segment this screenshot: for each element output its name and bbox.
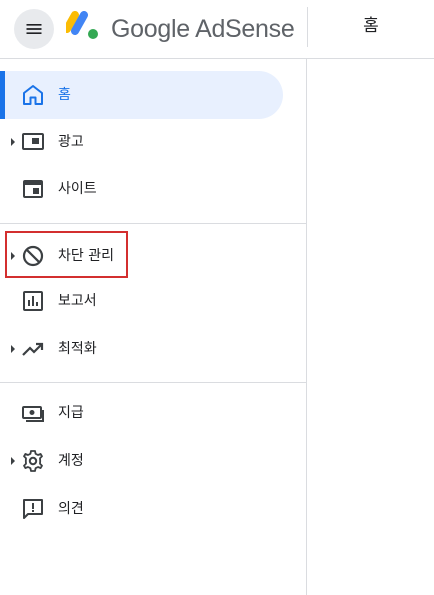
hamburger-menu-icon	[26, 24, 42, 34]
sidebar-item-account[interactable]: 계정	[0, 439, 290, 483]
sidebar-item-label: 계정	[58, 453, 84, 469]
sidebar-item-label: 차단 관리	[58, 248, 114, 264]
sidebar-divider	[0, 223, 307, 224]
block-icon	[22, 245, 44, 267]
sidebar-item-label: 홈	[58, 87, 71, 103]
sidebar-item-feedback[interactable]: 의견	[0, 487, 290, 531]
sidebar-item-payments[interactable]: 지급	[0, 391, 290, 435]
expand-caret-icon[interactable]	[10, 252, 16, 260]
sidebar-item-sites[interactable]: 사이트	[0, 167, 290, 211]
sidebar-nav: 홈 광고 사이트 차단 관리 보고서 최적화 지급 계정 의견	[0, 59, 307, 595]
settings-icon	[23, 450, 43, 472]
sidebar-item-label: 광고	[58, 134, 84, 150]
brand-name[interactable]: Google AdSense	[111, 14, 295, 44]
ads-icon	[22, 133, 44, 150]
sidebar-item-home[interactable]: 홈	[0, 71, 283, 119]
payments-icon	[22, 406, 44, 422]
sidebar-item-label: 지급	[58, 405, 84, 421]
sidebar-item-ads[interactable]: 광고	[0, 120, 290, 164]
top-app-bar: Google AdSense 홈	[0, 0, 434, 59]
expand-caret-icon[interactable]	[10, 457, 16, 465]
page-title: 홈	[363, 16, 379, 36]
sidebar-item-label: 사이트	[58, 181, 97, 197]
reports-icon	[23, 291, 43, 311]
main-menu-button[interactable]	[14, 9, 54, 49]
adsense-logo-icon[interactable]	[66, 11, 100, 41]
trending-up-icon	[22, 342, 44, 356]
expand-caret-icon[interactable]	[10, 345, 16, 353]
sidebar-item-label: 보고서	[58, 293, 97, 309]
expand-caret-icon[interactable]	[10, 138, 16, 146]
sidebar-item-reports[interactable]: 보고서	[0, 279, 290, 323]
sidebar-item-optimization[interactable]: 최적화	[0, 327, 290, 371]
sidebar-item-label: 의견	[58, 501, 84, 517]
home-icon	[23, 85, 43, 105]
sidebar-divider	[0, 382, 307, 383]
sites-icon	[23, 180, 43, 198]
sidebar-item-label: 최적화	[58, 341, 97, 357]
sidebar-item-blocking-controls[interactable]: 차단 관리	[0, 234, 290, 278]
feedback-icon	[23, 499, 43, 519]
